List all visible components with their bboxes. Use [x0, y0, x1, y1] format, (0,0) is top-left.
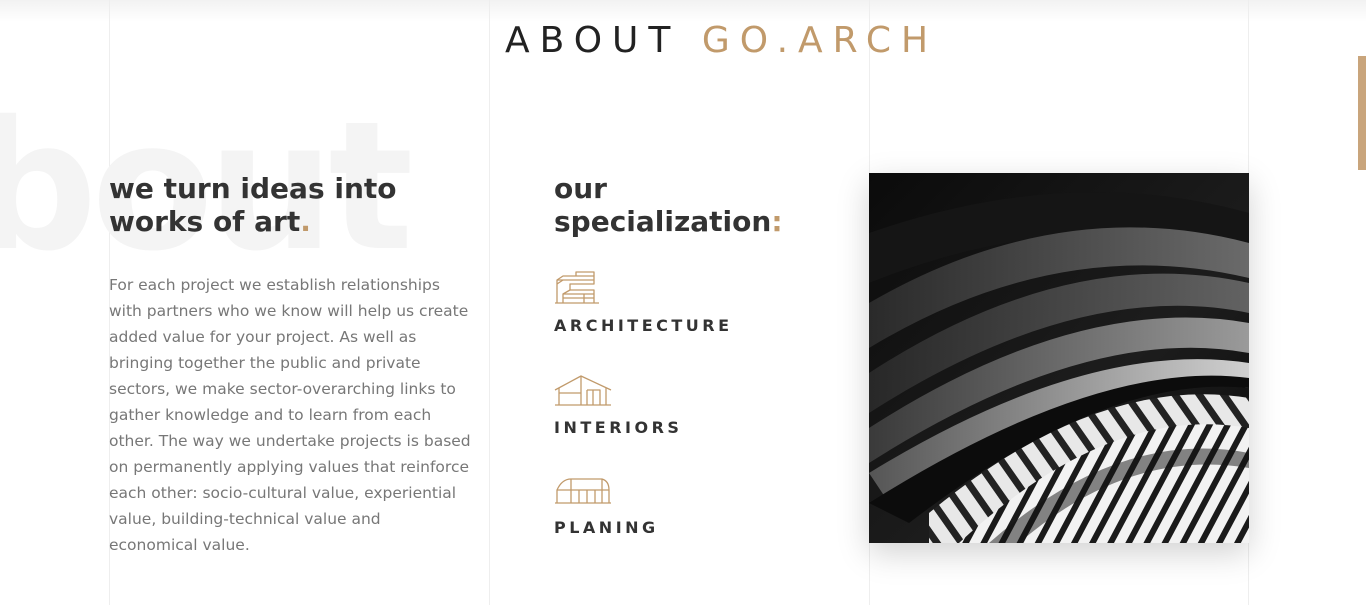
specialization-heading-line1: our	[554, 172, 607, 205]
specialization-heading-line2: specialization	[554, 205, 772, 238]
house-outline-icon	[554, 375, 612, 406]
grid-line	[489, 0, 490, 605]
specialization-item-planing[interactable]: PLANING	[554, 472, 834, 537]
specialization-heading: our specialization:	[554, 172, 854, 238]
section-title-main: ABOUT	[505, 20, 681, 61]
heading-colon: :	[771, 205, 783, 238]
specialization-item-interiors[interactable]: INTERIORS	[554, 372, 834, 437]
about-headline: we turn ideas into works of art.	[109, 172, 489, 238]
specialization-label: ARCHITECTURE	[554, 316, 733, 335]
scroll-indicator[interactable]	[1358, 56, 1366, 170]
header-shadow	[0, 0, 1366, 22]
architecture-photo	[869, 173, 1249, 543]
specialization-label: PLANING	[554, 518, 659, 537]
section-title: ABOUT GO.ARCH	[505, 20, 938, 61]
architecture-photo-art	[869, 173, 1249, 543]
about-headline-text: we turn ideas into works of art	[109, 172, 397, 238]
about-description: For each project we establish relationsh…	[109, 276, 471, 554]
specialization-item-architecture[interactable]: ARCHITECTURE	[554, 270, 834, 335]
hangar-outline-icon	[555, 478, 611, 504]
section-title-accent: GO.ARCH	[701, 20, 939, 61]
about-section: bout ABOUT GO.ARCH we turn ideas into wo…	[0, 0, 1366, 605]
headline-dot: .	[300, 205, 311, 238]
specialization-label: INTERIORS	[554, 418, 683, 437]
building-outline-icon	[555, 271, 599, 304]
